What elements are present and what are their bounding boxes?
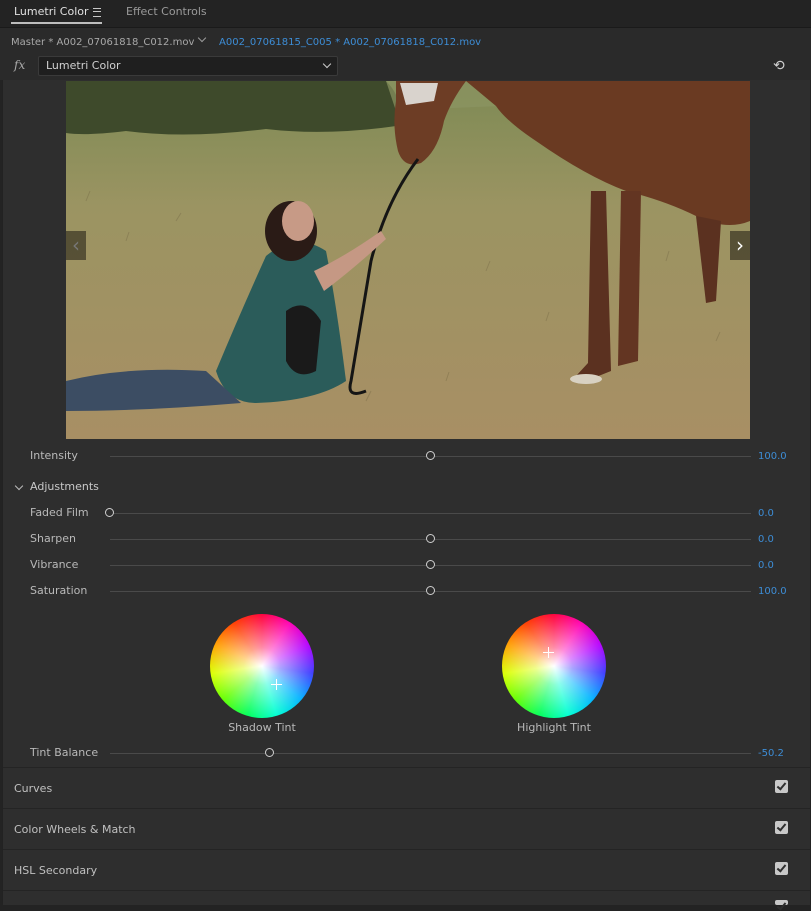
effect-row: fx Lumetri Color ⟲ [0,54,811,80]
hsl-secondary-checkbox[interactable] [775,862,788,875]
intensity-slider-knob[interactable] [425,451,435,460]
color-wheels-match-section[interactable]: Color Wheels & Match [3,808,810,849]
chevron-down-icon [322,59,332,69]
faded-film-track[interactable] [110,513,751,514]
effect-dropdown-value: Lumetri Color [46,59,121,72]
tint-balance-track[interactable] [110,753,751,754]
shadow-tint-wheel[interactable] [210,614,314,718]
reset-icon[interactable]: ⟲ [773,59,785,73]
fx-icon[interactable]: fx [14,58,25,72]
next-look-arrow[interactable]: › [730,231,750,260]
intensity-label: Intensity [30,449,78,462]
tint-balance-slider-knob[interactable] [265,748,275,757]
effect-dropdown[interactable]: Lumetri Color [38,56,338,76]
faded-film-value[interactable]: 0.0 [758,508,774,519]
look-preview-image [66,81,750,439]
clip-selector-bar: Master * A002_07061818_C012.mov A002_070… [0,28,811,54]
tint-balance-label: Tint Balance [30,746,99,759]
curves-label: Curves [14,782,53,795]
sharpen-slider-knob[interactable] [425,534,435,543]
color-wheels-match-checkbox[interactable] [775,821,788,834]
active-tab-underline [11,22,102,24]
faded-film-slider-knob[interactable] [105,508,114,517]
panel-tab-bar: Lumetri Color Effect Controls [0,0,811,28]
saturation-label: Saturation [30,584,88,597]
vibrance-label: Vibrance [30,558,79,571]
adjustments-header[interactable]: Adjustments [30,480,99,493]
tint-balance-value[interactable]: -50.2 [758,748,784,759]
shadow-tint-crosshair-icon[interactable] [271,679,282,690]
vibrance-slider-knob[interactable] [425,560,435,569]
highlight-tint-label: Highlight Tint [517,721,591,734]
highlight-tint-crosshair-icon[interactable] [543,647,554,658]
sharpen-label: Sharpen [30,532,76,545]
intensity-value[interactable]: 100.0 [758,451,787,462]
highlight-tint-wheel[interactable] [502,614,606,718]
saturation-value[interactable]: 100.0 [758,586,787,597]
hsl-secondary-section[interactable]: HSL Secondary [3,849,810,890]
saturation-slider-knob[interactable] [425,586,435,595]
lumetri-panel: Master * A002_07061818_C012.mov A002_070… [0,28,811,905]
chevron-down-icon[interactable] [14,481,24,491]
creative-section: ‹ › Intensity 100.0 Adjustments Faded Fi… [2,80,811,905]
faded-film-label: Faded Film [30,506,89,519]
panel-menu-icon[interactable] [93,8,101,17]
master-clip-label[interactable]: Master * A002_07061818_C012.mov [11,37,194,48]
tab-effect-controls[interactable]: Effect Controls [126,5,207,18]
hsl-secondary-label: HSL Secondary [14,864,98,877]
curves-checkbox[interactable] [775,780,788,793]
color-wheels-match-label: Color Wheels & Match [14,823,136,836]
sharpen-value[interactable]: 0.0 [758,534,774,545]
next-section-checkbox[interactable] [775,900,788,905]
next-section-partial [3,890,810,905]
vibrance-value[interactable]: 0.0 [758,560,774,571]
shadow-tint-label: Shadow Tint [228,721,296,734]
curves-section[interactable]: Curves [3,767,810,808]
previous-look-arrow[interactable]: ‹ [66,231,86,260]
chevron-down-icon[interactable] [197,33,207,43]
active-clip-label[interactable]: A002_07061815_C005 * A002_07061818_C012.… [219,37,481,48]
tab-lumetri-color[interactable]: Lumetri Color [14,5,89,18]
